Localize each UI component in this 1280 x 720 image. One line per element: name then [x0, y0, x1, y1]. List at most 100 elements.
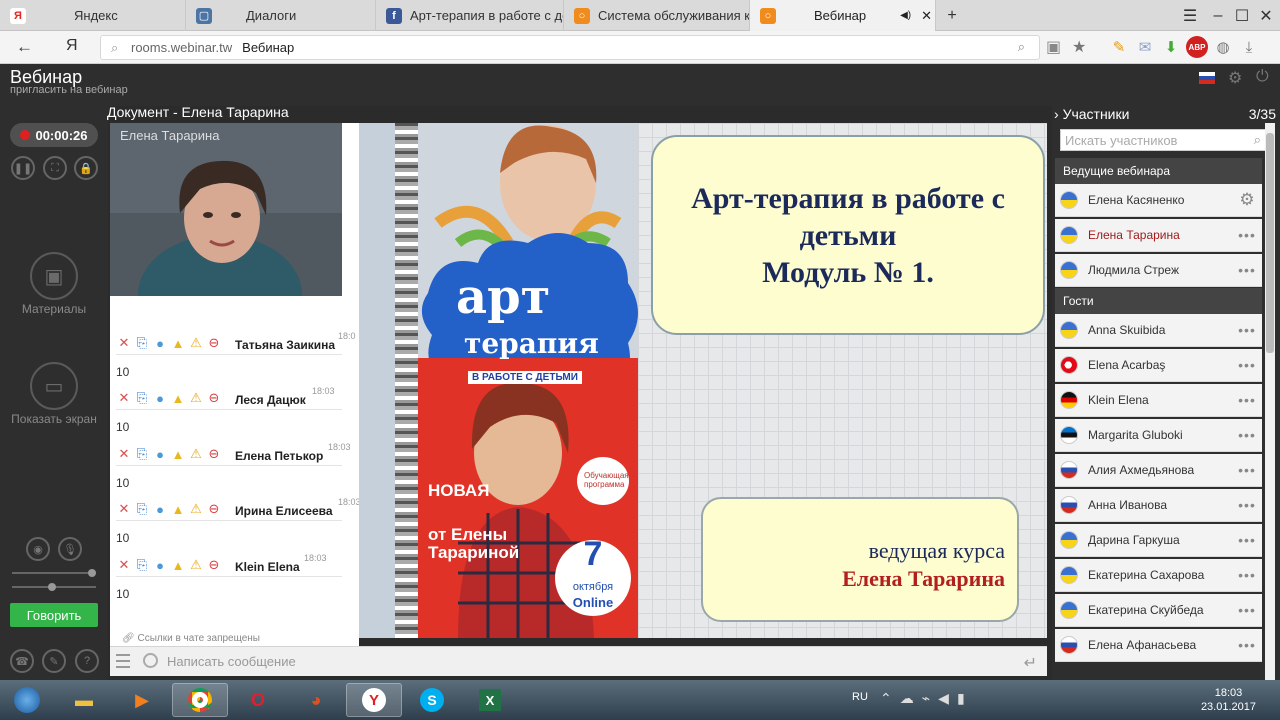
- new-tab-button[interactable]: +: [938, 0, 966, 31]
- ban-icon[interactable]: ⊖: [206, 335, 222, 351]
- excel-taskbar-icon[interactable]: X: [462, 683, 518, 717]
- bell-icon[interactable]: ▲: [170, 446, 186, 462]
- participant-row[interactable]: Елена Афанасьева •••: [1055, 629, 1262, 662]
- download-icon[interactable]: ⬇: [1160, 36, 1182, 58]
- participant-row[interactable]: Екатерина Сахарова •••: [1055, 559, 1262, 592]
- copy-icon[interactable]: ⎘: [134, 390, 150, 406]
- opera-taskbar-icon[interactable]: O: [230, 683, 286, 717]
- reply-icon[interactable]: ●: [152, 390, 168, 406]
- more-icon[interactable]: •••: [1236, 497, 1258, 513]
- more-icon[interactable]: •••: [1236, 462, 1258, 478]
- participant-row[interactable]: Klein Elena •••: [1055, 384, 1262, 417]
- warning-icon[interactable]: ⚠: [188, 501, 204, 517]
- reply-icon[interactable]: ●: [152, 446, 168, 462]
- slider-handle[interactable]: [48, 583, 56, 591]
- message-input[interactable]: Написать сообщение: [167, 654, 296, 669]
- power-icon[interactable]: ⏻: [1256, 68, 1269, 86]
- enter-icon[interactable]: ↵: [1024, 653, 1037, 673]
- bulb-icon[interactable]: ◍: [1212, 36, 1234, 58]
- ban-icon[interactable]: ⊖: [206, 390, 222, 406]
- yandex-browser-taskbar-icon[interactable]: Y: [346, 683, 402, 717]
- participant-row[interactable]: Anna Skuibida •••: [1055, 314, 1262, 347]
- star-icon[interactable]: ★: [1072, 37, 1086, 57]
- mail-icon[interactable]: ✉: [1134, 36, 1156, 58]
- bell-icon[interactable]: ▲: [170, 501, 186, 517]
- participant-row[interactable]: Анна Иванова •••: [1055, 489, 1262, 522]
- skype-taskbar-icon[interactable]: S: [404, 683, 460, 717]
- message-author[interactable]: Леся Дацюк: [235, 393, 306, 407]
- warning-icon[interactable]: ⚠: [188, 335, 204, 351]
- help-icon[interactable]: ?: [75, 649, 99, 673]
- message-author[interactable]: Klein Elena: [235, 560, 300, 574]
- copy-icon[interactable]: ⎘: [134, 557, 150, 573]
- search-icon[interactable]: ⌕: [1254, 132, 1261, 148]
- participant-row[interactable]: Дарина Гаркуша •••: [1055, 524, 1262, 557]
- bell-icon[interactable]: ▲: [170, 390, 186, 406]
- more-icon[interactable]: •••: [1236, 322, 1258, 338]
- language-indicator[interactable]: RU: [852, 691, 868, 703]
- yandex-icon[interactable]: Я: [66, 37, 78, 55]
- start-button[interactable]: [2, 683, 52, 717]
- adblock-icon[interactable]: ABP: [1186, 36, 1208, 58]
- reply-icon[interactable]: ●: [152, 501, 168, 517]
- presenter-video[interactable]: Елена Тарарина ♪ ◀: [110, 123, 342, 296]
- participants-scrollbar[interactable]: [1265, 123, 1275, 680]
- volume-icon[interactable]: ◀: [938, 690, 957, 706]
- more-icon[interactable]: •••: [1236, 532, 1258, 548]
- scrollbar-thumb[interactable]: [1266, 133, 1274, 353]
- presentation-slide[interactable]: арт терапия В РАБОТЕ С ДЕТЬМИ НОВАЯ от Е…: [359, 123, 1047, 638]
- smile-icon[interactable]: [143, 653, 158, 668]
- speak-button[interactable]: Говорить: [10, 603, 98, 627]
- more-icon[interactable]: •••: [1236, 637, 1258, 653]
- menu-icon[interactable]: ☰: [1176, 0, 1204, 31]
- ccleaner-taskbar-icon[interactable]: ◕: [288, 683, 344, 717]
- participant-row[interactable]: Людмила Стреж •••: [1055, 254, 1262, 287]
- more-icon[interactable]: •••: [1236, 602, 1258, 618]
- address-field[interactable]: ⌕ rooms.webinar.tw Вебинар ⌕: [100, 35, 1040, 60]
- tab-webinar[interactable]: ○ Вебинар ◀) ✕: [750, 0, 936, 31]
- gear-icon[interactable]: ⚙: [1236, 190, 1258, 210]
- tab-yandex[interactable]: Я Яндекс: [0, 0, 186, 31]
- more-icon[interactable]: •••: [1236, 427, 1258, 443]
- more-icon[interactable]: •••: [1236, 357, 1258, 373]
- delete-icon[interactable]: ✕: [116, 501, 132, 517]
- explorer-taskbar-icon[interactable]: ▬: [56, 683, 112, 717]
- participant-row[interactable]: Елена Касяненко ⚙: [1055, 184, 1262, 217]
- delete-icon[interactable]: ✕: [116, 390, 132, 406]
- tab-dialogs[interactable]: ▢ Диалоги: [186, 0, 376, 31]
- copy-icon[interactable]: ⎘: [134, 335, 150, 351]
- support-icon[interactable]: ☎: [10, 649, 34, 673]
- webcam-icon[interactable]: ◉: [26, 537, 50, 561]
- slider-handle[interactable]: [88, 569, 96, 577]
- translate-icon[interactable]: ✎: [1108, 36, 1130, 58]
- signal-icon[interactable]: ▮: [957, 690, 973, 706]
- tools-icon[interactable]: ✎: [42, 649, 66, 673]
- participants-title[interactable]: › Участники: [1054, 106, 1129, 122]
- delete-icon[interactable]: ✕: [116, 557, 132, 573]
- chevron-up-icon[interactable]: ⌃: [880, 690, 900, 706]
- reply-icon[interactable]: ●: [152, 335, 168, 351]
- message-author[interactable]: Татьяна Заикина: [235, 338, 335, 352]
- close-icon[interactable]: ✕: [921, 8, 932, 24]
- chrome-taskbar-icon[interactable]: [172, 683, 228, 717]
- fullscreen-icon[interactable]: ⛶: [43, 156, 67, 180]
- gear-icon[interactable]: ⚙: [1228, 68, 1242, 88]
- tab-support-system[interactable]: ○ Система обслуживания кли: [564, 0, 750, 31]
- warning-icon[interactable]: ⚠: [188, 390, 204, 406]
- more-icon[interactable]: •••: [1236, 227, 1258, 243]
- bell-icon[interactable]: ▲: [170, 557, 186, 573]
- more-icon[interactable]: •••: [1236, 567, 1258, 583]
- ban-icon[interactable]: ⊖: [206, 501, 222, 517]
- recording-timer[interactable]: 00:00:26: [10, 123, 98, 147]
- lock-icon[interactable]: 🔒: [74, 156, 98, 180]
- pause-icon[interactable]: ❚❚: [11, 156, 35, 180]
- shield-icon[interactable]: ▣: [1046, 37, 1061, 57]
- invite-link[interactable]: пригласить на вебинар: [10, 84, 128, 96]
- cloud-icon[interactable]: ☁: [900, 690, 922, 706]
- mic-slider[interactable]: [12, 583, 96, 591]
- copy-icon[interactable]: ⎘: [134, 446, 150, 462]
- participant-row[interactable]: Алия Ахмедьянова •••: [1055, 454, 1262, 487]
- menu-icon[interactable]: [116, 654, 130, 668]
- participant-row[interactable]: Елена Тарарина •••: [1055, 219, 1262, 252]
- message-author[interactable]: Ирина Елисеева: [235, 504, 333, 518]
